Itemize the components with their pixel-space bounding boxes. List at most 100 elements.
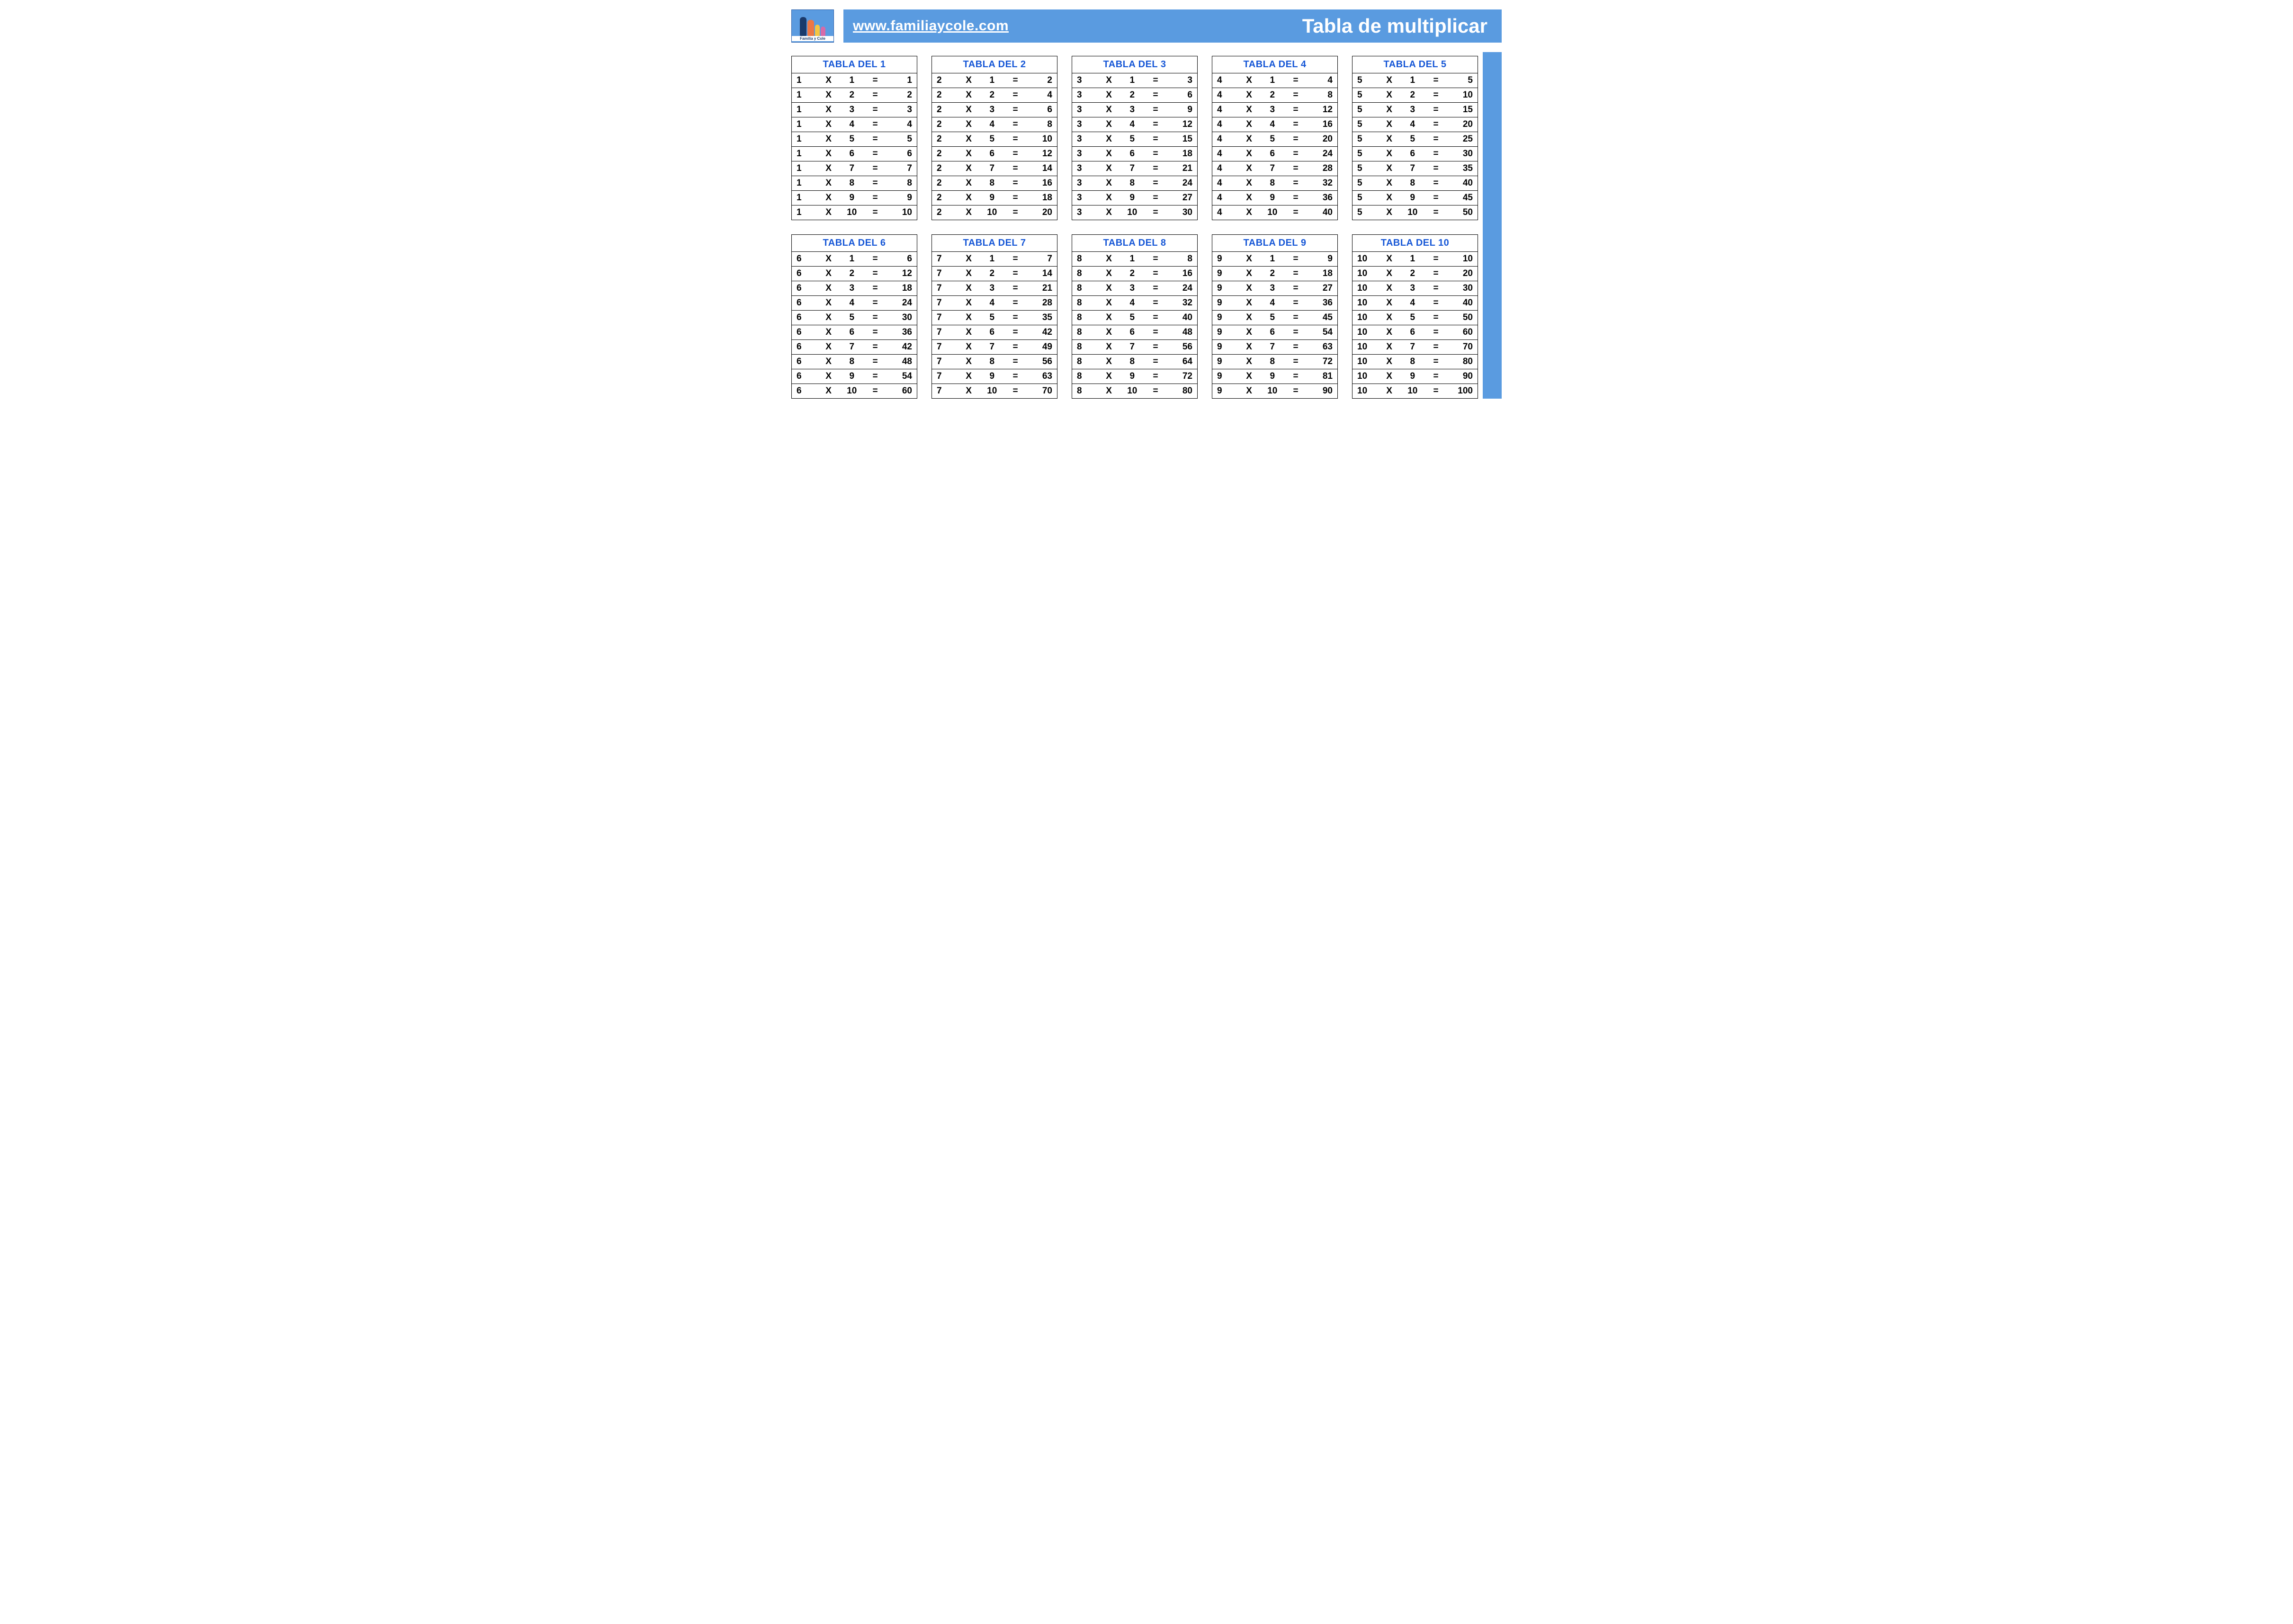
page: Familia y Cole www.familiaycole.com Tabl… [791, 9, 1502, 399]
multiplier: 10 [838, 205, 865, 220]
product: 20 [1446, 117, 1478, 132]
multiplicand: 10 [1353, 267, 1379, 281]
table-row: 10X2=20 [1353, 267, 1478, 281]
multiplier: 1 [1119, 252, 1146, 266]
table-row: 8X1=8 [1072, 252, 1197, 267]
table-title: TABLA DEL 4 [1212, 56, 1337, 73]
table-row: 1X7=7 [792, 161, 917, 176]
multiplicand: 8 [1072, 281, 1099, 295]
table-title: TABLA DEL 9 [1212, 235, 1337, 252]
multiplier: 9 [1119, 191, 1146, 205]
table-row: 6X9=54 [792, 369, 917, 384]
multiplier: 10 [978, 205, 1005, 220]
multiplier: 7 [1119, 340, 1146, 354]
multiplicand: 1 [792, 88, 819, 102]
times-symbol: X [1239, 191, 1259, 205]
product: 2 [1025, 73, 1057, 88]
multiplier: 1 [838, 73, 865, 88]
equals-symbol: = [1286, 117, 1305, 132]
times-symbol: X [1099, 311, 1119, 325]
product: 12 [1165, 117, 1197, 132]
multiplier: 7 [838, 340, 865, 354]
multiplicand: 9 [1212, 267, 1239, 281]
times-symbol: X [959, 252, 978, 266]
multiplicand: 1 [792, 117, 819, 132]
product: 45 [1446, 191, 1478, 205]
product: 80 [1165, 384, 1197, 398]
times-symbol: X [1239, 281, 1259, 295]
times-symbol: X [819, 252, 838, 266]
multiplication-table-4: TABLA DEL 44X1=44X2=84X3=124X4=164X5=204… [1212, 56, 1338, 220]
times-symbol: X [959, 132, 978, 146]
multiplier: 3 [1259, 103, 1286, 117]
multiplier: 9 [1399, 369, 1426, 384]
multiplicand: 5 [1353, 161, 1379, 176]
times-symbol: X [1379, 176, 1399, 190]
equals-symbol: = [1426, 147, 1445, 161]
product: 3 [885, 103, 917, 117]
equals-symbol: = [865, 355, 885, 369]
multiplicand: 10 [1353, 325, 1379, 339]
table-row: 8X9=72 [1072, 369, 1197, 384]
table-row: 6X2=12 [792, 267, 917, 281]
multiplier: 2 [1119, 267, 1146, 281]
table-row: 8X5=40 [1072, 311, 1197, 325]
times-symbol: X [1379, 161, 1399, 176]
times-symbol: X [959, 384, 978, 398]
product: 49 [1025, 340, 1057, 354]
multiplicand: 1 [792, 191, 819, 205]
table-row: 4X8=32 [1212, 176, 1337, 191]
product: 16 [1025, 176, 1057, 190]
table-row: 2X9=18 [932, 191, 1057, 205]
multiplication-table-3: TABLA DEL 33X1=33X2=63X3=93X4=123X5=153X… [1072, 56, 1198, 220]
table-row: 10X6=60 [1353, 325, 1478, 340]
multiplicand: 8 [1072, 325, 1099, 339]
multiplicand: 7 [932, 267, 959, 281]
multiplicand: 9 [1212, 281, 1239, 295]
equals-symbol: = [1146, 325, 1165, 339]
multiplier: 10 [1399, 384, 1426, 398]
times-symbol: X [819, 191, 838, 205]
multiplicand: 5 [1353, 132, 1379, 146]
equals-symbol: = [1005, 325, 1025, 339]
multiplicand: 6 [792, 325, 819, 339]
times-symbol: X [1099, 88, 1119, 102]
multiplicand: 6 [792, 281, 819, 295]
product: 2 [885, 88, 917, 102]
times-symbol: X [1379, 281, 1399, 295]
multiplier: 6 [1399, 325, 1426, 339]
times-symbol: X [1099, 340, 1119, 354]
multiplicand: 4 [1212, 132, 1239, 146]
multiplication-table-2: TABLA DEL 22X1=22X2=42X3=62X4=82X5=102X6… [932, 56, 1057, 220]
multiplier: 9 [838, 191, 865, 205]
multiplier: 3 [1399, 281, 1426, 295]
multiplicand: 1 [792, 205, 819, 220]
equals-symbol: = [1146, 369, 1165, 384]
equals-symbol: = [1286, 340, 1305, 354]
times-symbol: X [1379, 355, 1399, 369]
table-row: 5X9=45 [1353, 191, 1478, 205]
times-symbol: X [1099, 161, 1119, 176]
table-row: 6X6=36 [792, 325, 917, 340]
product: 54 [885, 369, 917, 384]
product: 10 [1446, 88, 1478, 102]
site-url[interactable]: www.familiaycole.com [853, 18, 1009, 34]
multiplicand: 3 [1072, 132, 1099, 146]
equals-symbol: = [1426, 384, 1445, 398]
equals-symbol: = [1286, 176, 1305, 190]
equals-symbol: = [1286, 369, 1305, 384]
multiplicand: 7 [932, 340, 959, 354]
equals-symbol: = [1286, 267, 1305, 281]
multiplier: 10 [838, 384, 865, 398]
multiplicand: 7 [932, 281, 959, 295]
table-row: 8X7=56 [1072, 340, 1197, 355]
multiplier: 7 [1119, 161, 1146, 176]
equals-symbol: = [1286, 147, 1305, 161]
product: 5 [1446, 73, 1478, 88]
times-symbol: X [1239, 369, 1259, 384]
multiplicand: 9 [1212, 252, 1239, 266]
times-symbol: X [819, 161, 838, 176]
product: 18 [885, 281, 917, 295]
equals-symbol: = [1146, 117, 1165, 132]
times-symbol: X [959, 147, 978, 161]
